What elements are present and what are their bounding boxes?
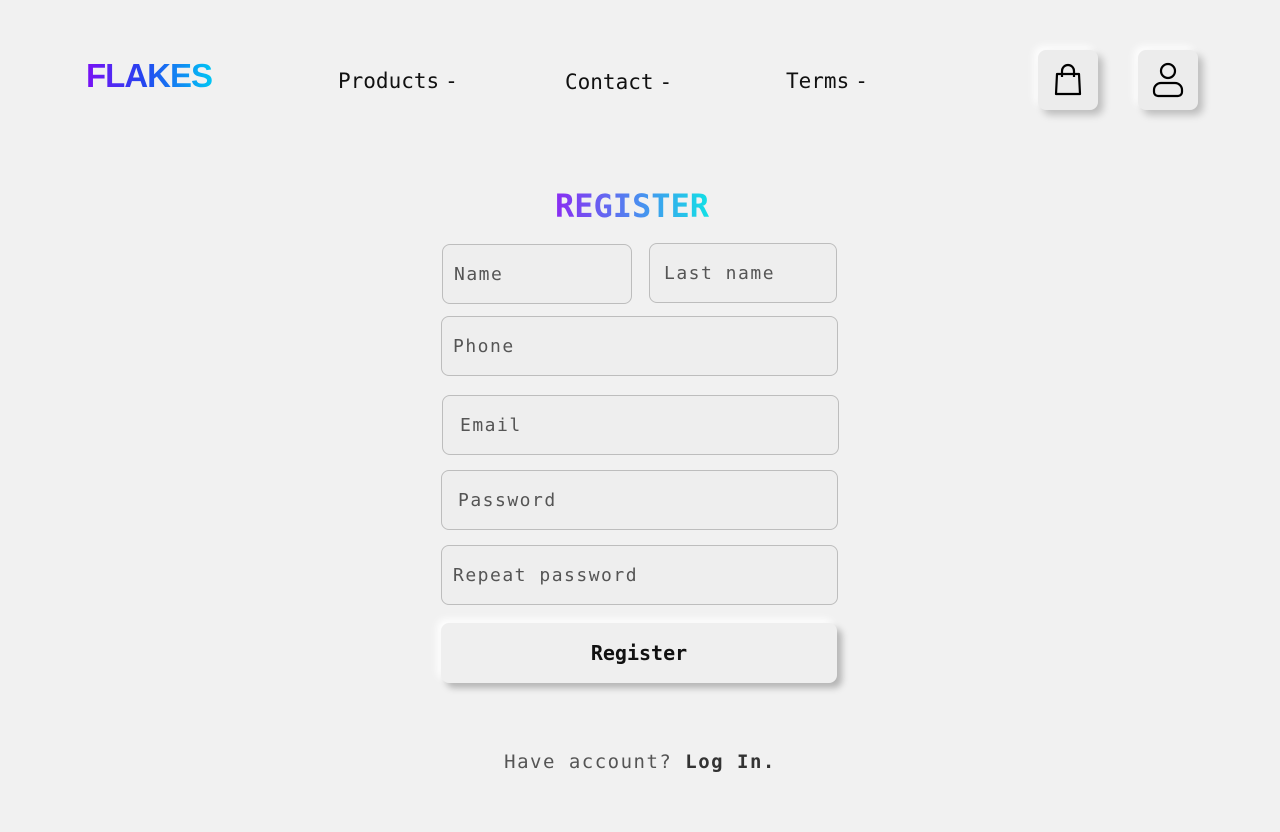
last-name-input[interactable]: [649, 243, 837, 303]
cart-button[interactable]: [1038, 50, 1098, 110]
user-icon: [1152, 62, 1184, 98]
password-input[interactable]: [441, 470, 838, 530]
register-page: FLAKES Products - Contact - Terms - REGISTE…: [0, 0, 1280, 832]
nav-item-products[interactable]: Products -: [338, 66, 458, 96]
nav-item-terms[interactable]: Terms -: [786, 66, 868, 96]
shopping-bag-icon: [1054, 63, 1082, 96]
nav-item-contact[interactable]: Contact -: [565, 67, 672, 97]
page-title: REGISTER: [0, 186, 1264, 226]
repeat-password-input[interactable]: [441, 545, 838, 605]
dropdown-indicator: -: [659, 70, 673, 94]
user-button[interactable]: [1138, 50, 1198, 110]
dropdown-indicator: -: [445, 69, 458, 93]
brand-logo[interactable]: FLAKES: [86, 56, 213, 96]
register-button[interactable]: Register: [441, 623, 837, 683]
login-prompt: Have account? Log In.: [0, 748, 1280, 776]
page-title-text: REGISTER: [554, 187, 710, 225]
phone-input[interactable]: [441, 316, 838, 376]
nav-item-label: Terms: [786, 69, 850, 93]
login-prompt-text: Have account?: [504, 751, 673, 773]
email-input[interactable]: [442, 395, 839, 455]
login-link[interactable]: Log In.: [685, 751, 776, 773]
dropdown-indicator: -: [855, 69, 868, 93]
first-name-input[interactable]: [442, 244, 632, 304]
nav-item-label: Contact: [565, 70, 654, 94]
nav-item-label: Products: [338, 69, 440, 93]
